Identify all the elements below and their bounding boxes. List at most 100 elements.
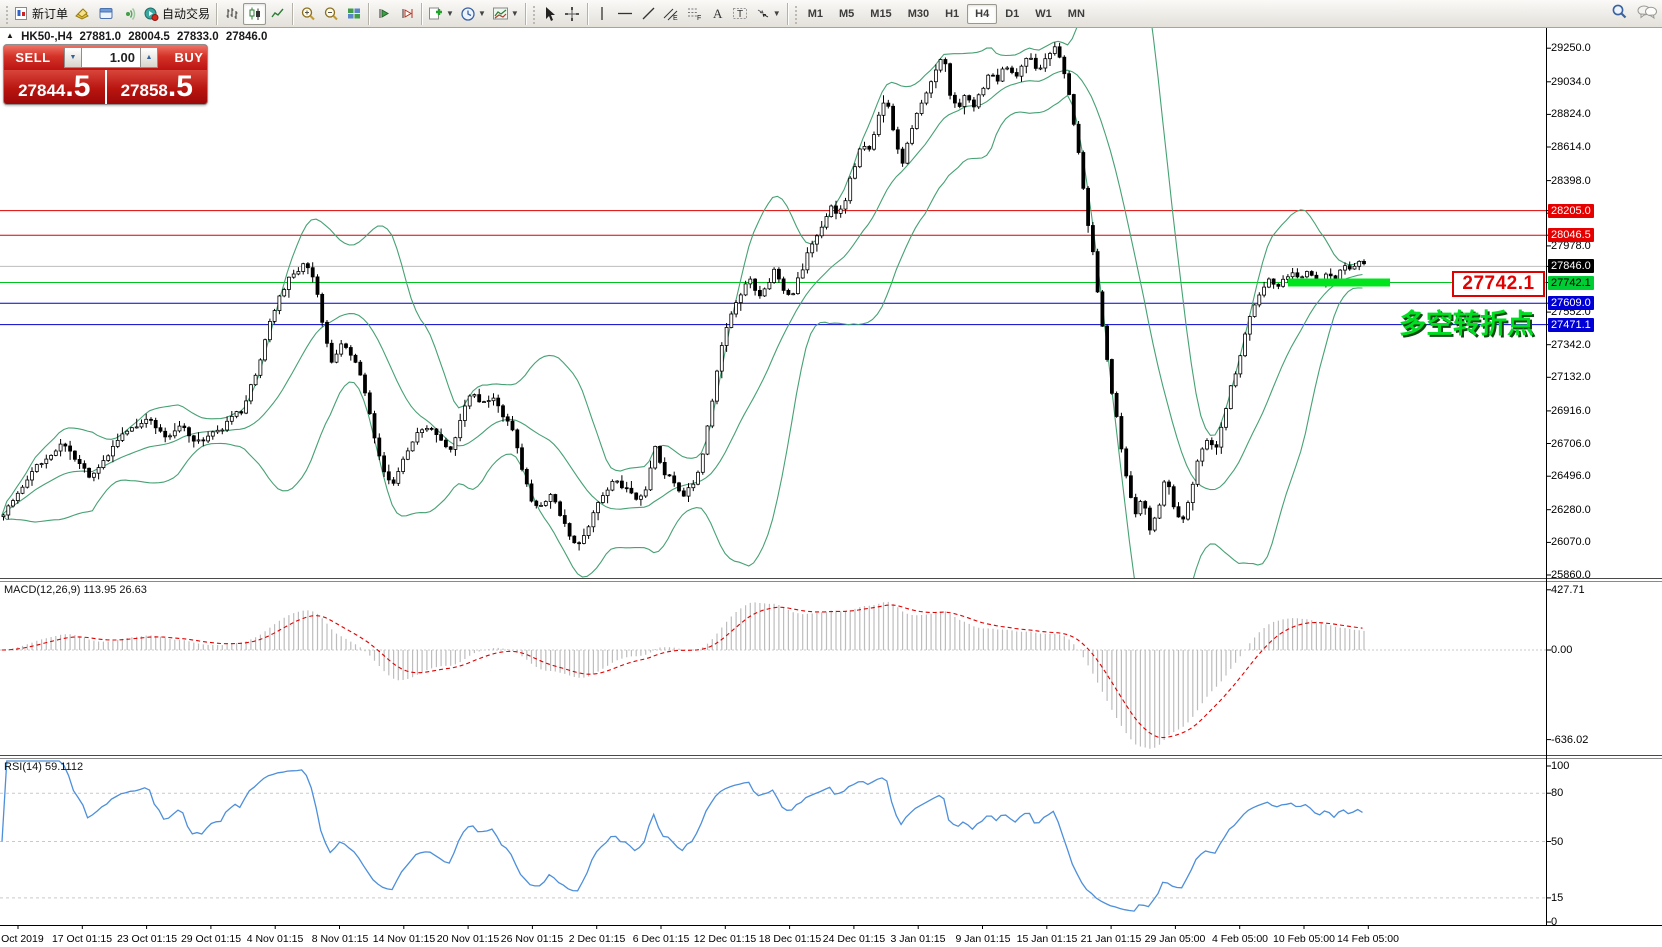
new-order-icon <box>14 6 29 21</box>
timeframe-m15-button[interactable]: M15 <box>862 4 899 24</box>
text-label-icon: T <box>732 6 748 21</box>
volume-down-button[interactable]: ▼ <box>64 47 82 68</box>
chart-area[interactable]: ▲ HK50-,H4 27881.0 28004.5 27833.0 27846… <box>0 28 1662 947</box>
volume-up-button[interactable]: ▲ <box>140 47 158 68</box>
text-button[interactable]: A <box>706 3 729 25</box>
navigator-button[interactable] <box>117 3 140 25</box>
arrows-button[interactable]: ▼ <box>752 3 784 25</box>
volume-stepper: ▼ ▲ <box>62 45 160 70</box>
add-indicator-button[interactable]: ▼ <box>425 3 457 25</box>
volume-input[interactable] <box>82 47 140 68</box>
toolbar-separator <box>525 3 526 25</box>
buy-price[interactable]: 27858 .5 <box>107 70 208 104</box>
toolbar-right-group <box>1610 3 1658 26</box>
equidistant-channel-icon: E <box>663 6 679 21</box>
svg-text:T: T <box>737 9 743 20</box>
data-window-icon <box>98 6 114 21</box>
toolbar-separator <box>292 3 293 25</box>
sell-price[interactable]: 27844 .5 <box>4 70 105 104</box>
toolbar-separator <box>787 3 788 25</box>
zoom-out-button[interactable] <box>319 3 342 25</box>
timeframe-m1-button[interactable]: M1 <box>800 4 831 24</box>
sell-price-fraction: .5 <box>65 72 90 102</box>
svg-text:F: F <box>697 15 701 21</box>
candlestick-icon <box>247 6 263 21</box>
periods-button[interactable]: ▼ <box>457 3 489 25</box>
buy-price-main: 27858 <box>121 76 168 105</box>
main-toolbar: 新订单 自动交易 <box>0 0 1662 28</box>
auto-scroll-button[interactable] <box>372 3 395 25</box>
clock-icon <box>460 6 476 22</box>
toolbar-grip[interactable] <box>4 4 9 24</box>
turning-point-annotation[interactable]: 多空转折点 <box>1399 302 1534 341</box>
tile-windows-icon <box>346 6 362 21</box>
line-chart-icon <box>270 6 286 21</box>
line-chart-button[interactable] <box>266 3 289 25</box>
horizontal-line-icon <box>617 6 633 21</box>
timeframe-w1-button[interactable]: W1 <box>1027 4 1060 24</box>
svg-text:A: A <box>713 6 723 21</box>
timeframe-d1-button[interactable]: D1 <box>997 4 1027 24</box>
dropdown-caret-icon: ▼ <box>511 9 519 18</box>
market-watch-icon <box>74 6 91 21</box>
trendline-icon <box>641 6 656 21</box>
toolbar-separator <box>216 3 217 25</box>
timeframe-m5-button[interactable]: M5 <box>831 4 862 24</box>
tile-windows-button[interactable] <box>342 3 365 25</box>
timeframe-h1-button[interactable]: H1 <box>937 4 967 24</box>
search-icon[interactable] <box>1610 3 1628 26</box>
data-window-button[interactable] <box>94 3 117 25</box>
dropdown-caret-icon: ▼ <box>478 9 486 18</box>
toolbar-grip[interactable] <box>531 4 536 24</box>
equidistant-channel-button[interactable]: E <box>660 3 683 25</box>
one-click-trade-panel: SELL ▼ ▲ BUY 27844 .5 27858 .5 <box>3 44 208 105</box>
zoom-out-icon <box>323 6 339 22</box>
autotrading-label: 自动交易 <box>162 5 210 22</box>
cursor-button[interactable] <box>538 3 561 25</box>
mt4-window: 新订单 自动交易 <box>0 0 1662 947</box>
dropdown-caret-icon: ▼ <box>446 9 454 18</box>
chart-shift-button[interactable] <box>395 3 418 25</box>
toolbar-separator <box>368 3 369 25</box>
crosshair-button[interactable] <box>561 3 584 25</box>
toolbar-separator <box>421 3 422 25</box>
autotrading-button[interactable]: 自动交易 <box>140 3 213 25</box>
dropdown-caret-icon: ▼ <box>773 9 781 18</box>
toolbar-grip[interactable] <box>793 4 798 24</box>
horizontal-line-button[interactable] <box>614 3 637 25</box>
crosshair-icon <box>564 6 580 22</box>
fibonacci-button[interactable]: F <box>683 3 706 25</box>
add-indicator-icon <box>428 6 444 21</box>
bar-chart-icon <box>224 6 240 21</box>
level-annotation-box[interactable]: 27742.1 <box>1452 271 1545 297</box>
sell-button[interactable]: SELL <box>4 45 62 70</box>
chart-canvas[interactable] <box>0 28 1662 947</box>
vertical-line-button[interactable] <box>591 3 614 25</box>
cursor-icon <box>542 6 556 22</box>
candlestick-button[interactable] <box>243 3 266 25</box>
navigator-icon <box>121 6 137 21</box>
sell-price-main: 27844 <box>18 76 65 105</box>
trendline-button[interactable] <box>637 3 660 25</box>
chat-icon[interactable] <box>1636 3 1658 26</box>
timeframe-mn-button[interactable]: MN <box>1060 4 1093 24</box>
auto-scroll-icon <box>376 6 392 21</box>
bar-chart-button[interactable] <box>220 3 243 25</box>
chart-shift-icon <box>399 6 415 21</box>
text-icon: A <box>710 6 724 21</box>
template-icon <box>492 6 509 21</box>
new-order-label: 新订单 <box>32 5 68 22</box>
toolbar-separator <box>587 3 588 25</box>
buy-button[interactable]: BUY <box>160 45 208 70</box>
zoom-in-button[interactable] <box>296 3 319 25</box>
text-label-button[interactable]: T <box>729 3 752 25</box>
market-watch-button[interactable] <box>71 3 94 25</box>
timeframe-h4-button[interactable]: H4 <box>967 4 997 24</box>
autotrading-icon <box>143 6 159 21</box>
templates-button[interactable]: ▼ <box>489 3 522 25</box>
fibonacci-icon: F <box>686 6 702 21</box>
zoom-in-icon <box>300 6 316 22</box>
buy-price-fraction: .5 <box>168 72 193 102</box>
new-order-button[interactable]: 新订单 <box>11 3 71 25</box>
timeframe-m30-button[interactable]: M30 <box>900 4 937 24</box>
